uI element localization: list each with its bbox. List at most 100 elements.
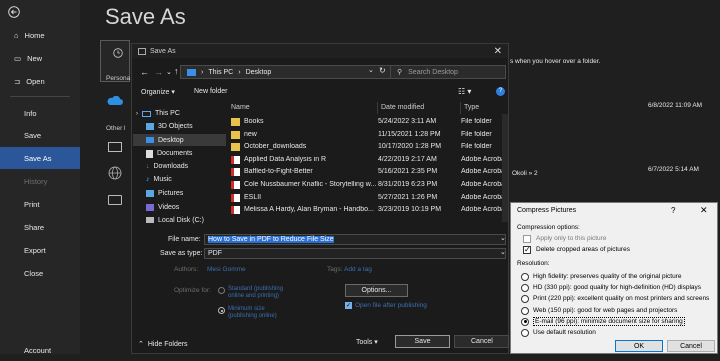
hide-folders-toggle[interactable]: ⌃ Hide Folders [138,340,188,349]
file-row[interactable]: Cole Nussbaumer Knaflic - Storytelling w… [228,179,508,191]
page-title: Save As [105,4,186,29]
nav-pictures[interactable]: Pictures [146,188,226,199]
refresh-icon[interactable]: ↻ [379,66,386,75]
file-row[interactable]: new 11/15/2021 1:28 PM File folder [228,129,508,141]
file-row[interactable]: Melissa A Hardy, Alan Bryman - Handbo...… [228,204,508,216]
rail-account[interactable]: Account [0,339,80,361]
file-name: Books [244,118,264,125]
onedrive-icon[interactable] [107,96,123,106]
nav-local-disk[interactable]: Local Disk (C:) [146,215,226,225]
file-name-dropdown-icon[interactable]: ⌄ [500,234,506,242]
delete-cropped-checkbox[interactable] [523,245,531,254]
forward-nav-icon[interactable]: → [154,67,163,77]
up-nav-icon[interactable]: ↑ [174,66,179,76]
view-options-icon[interactable]: ☷ ▾ [458,87,471,96]
chevron-up-icon: ⌃ [138,341,144,348]
pdf-icon [231,155,240,164]
browse-folder-icon[interactable] [108,195,122,205]
nav-desktop[interactable]: Desktop [133,134,226,146]
resolution-radio[interactable] [521,317,529,326]
chevron-down-icon[interactable]: ⌄ [166,68,172,76]
close-icon[interactable]: ✕ [700,205,708,216]
breadcrumb-this-pc[interactable]: This PC [208,69,233,76]
help-icon[interactable]: ? [671,206,675,215]
optimize-standard-radio[interactable] [218,287,225,294]
new-folder-button[interactable]: New folder [194,88,227,95]
file-row[interactable]: October_downloads 10/17/2020 1:28 PM File … [228,141,508,153]
optimize-standard-label[interactable]: Standard (publishing online and printing… [228,286,290,300]
save-button[interactable]: Save [395,335,450,348]
optimize-minimum-radio[interactable] [218,307,225,314]
file-name-input[interactable]: How to Save in PDF to Reduce File Size [204,234,506,245]
compression-options-label: Compression options: [517,224,580,231]
file-row[interactable]: ESLII 5/27/2021 1:26 PM Adobe Acrobat [228,192,508,204]
rail-save-as[interactable]: Save As [0,147,80,169]
nav-music[interactable]: ♪ Music [146,174,226,185]
address-dropdown-icon[interactable]: ⌄ [368,66,374,74]
save-type-label: Save as type: [160,250,203,257]
rail-save[interactable]: Save [0,124,80,146]
apply-only-checkbox[interactable] [523,235,531,243]
organize-menu[interactable]: Organize ▾ [141,88,175,96]
pc-icon [142,110,151,117]
rail-export[interactable]: Export [0,239,80,261]
rail-info[interactable]: Info [0,102,80,124]
rail-print[interactable]: Print [0,193,80,215]
resolution-option-label[interactable]: E-mail (96 ppi): minimize document size … [533,316,685,326]
column-type[interactable]: Type [461,102,509,114]
delete-cropped-label: Delete cropped areas of pictures [536,246,630,253]
rail-open[interactable]: ⊐ Open [0,70,80,92]
ok-button[interactable]: OK [615,340,663,352]
rail-new[interactable]: ▭ New [0,47,80,69]
column-name[interactable]: Name [228,102,378,114]
rail-home[interactable]: ⌂ Home [0,24,80,46]
file-list-scrollbar[interactable] [502,114,508,222]
save-type-dropdown-icon[interactable]: ⌄ [500,248,506,256]
options-button[interactable]: Options... [345,284,408,297]
file-row[interactable]: Baffled-to-Fight-Better 5/16/2021 2:35 PM… [228,166,508,178]
resolution-option-label[interactable]: Web (150 ppi): good for web pages and pr… [533,307,677,314]
back-arrow-icon[interactable] [8,6,20,18]
tools-menu[interactable]: Tools ▾ [356,338,378,346]
cancel-button[interactable]: Cancel [454,335,509,348]
file-name: Melissa A Hardy, Alan Bryman - Handbo... [244,206,374,214]
nav-3d-objects[interactable]: 3D Objects [146,121,226,132]
cancel-button[interactable]: Cancel [667,340,715,352]
resolution-radio[interactable] [521,306,529,315]
resolution-radio[interactable] [521,273,529,281]
resolution-option-label[interactable]: Print (220 ppi): excellent quality on mo… [533,295,709,302]
file-row[interactable]: Books 5/24/2022 3:11 AM File folder [228,116,508,128]
open-after-checkbox[interactable]: ✓ [345,302,352,309]
close-icon[interactable]: ✕ [494,46,502,57]
disk-icon [146,217,154,223]
file-row[interactable]: Applied Data Analysis in R 4/22/2019 2:17… [228,154,508,166]
nav-documents[interactable]: Documents [146,148,226,159]
globe-icon[interactable] [108,166,122,180]
resolution-option-label[interactable]: High fidelity: preserves quality of the … [533,273,682,280]
optimize-minimum-label[interactable]: Minimum size (publishing online) [228,306,290,320]
resolution-option-label[interactable]: Use default resolution [533,329,596,336]
resolution-radio[interactable] [521,295,529,304]
search-input[interactable]: ⚲ Search Desktop [390,65,506,79]
column-date[interactable]: Date modified [378,102,461,114]
resolution-radio[interactable] [521,329,529,337]
tags-field[interactable]: Add a tag [344,266,372,273]
resolution-label: Resolution: [517,260,550,267]
nav-downloads[interactable]: ↓ Downloads [146,161,226,172]
breadcrumb-desktop[interactable]: Desktop [246,69,272,76]
open-after-label[interactable]: Open file after publishing [355,302,427,309]
save-type-select[interactable]: PDF [204,248,506,259]
recent-path-okoli: Okoli » 2 [512,170,538,177]
rail-share[interactable]: Share [0,216,80,238]
back-nav-icon[interactable]: ← [140,67,149,77]
nav-this-pc[interactable]: › This PC [136,108,226,119]
nav-videos[interactable]: Videos [146,202,226,213]
file-name: Applied Data Analysis in R [244,155,327,163]
authors-field[interactable]: Mesi Gomme [207,266,246,273]
resolution-option-label[interactable]: HD (330 ppi): good quality for high-defi… [533,284,701,291]
this-pc-icon[interactable] [108,142,122,152]
dialog-titlebar: Save As [132,44,508,58]
help-icon[interactable]: ? [496,87,505,96]
rail-close[interactable]: Close [0,262,80,284]
resolution-radio[interactable] [521,284,529,293]
